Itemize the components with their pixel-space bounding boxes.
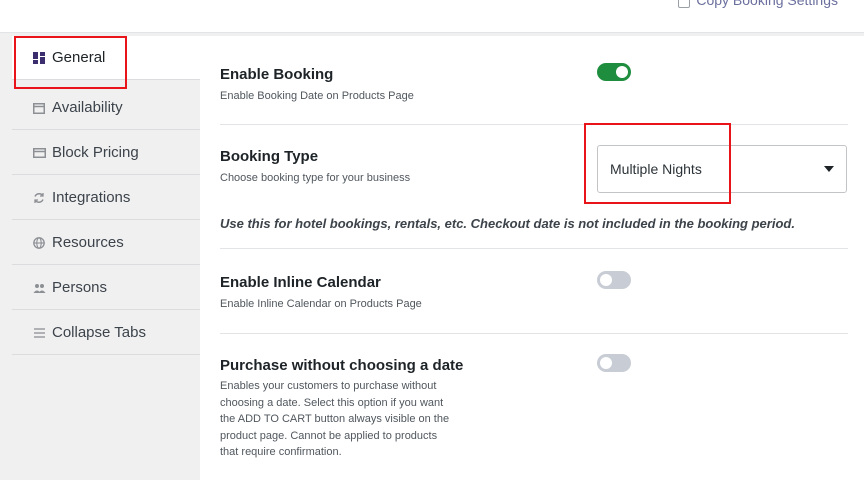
enable-booking-title: Enable Booking [220, 66, 334, 83]
booking-type-select[interactable]: Multiple Nights [597, 145, 847, 193]
globe-icon [32, 236, 46, 250]
tab-label: Block Pricing [52, 144, 139, 161]
tab-persons[interactable]: Persons [12, 266, 200, 310]
enable-booking-description: Enable Booking Date on Products Page [220, 90, 414, 102]
enable-booking-toggle[interactable] [597, 63, 631, 81]
divider [220, 248, 848, 249]
description-line: that require confirmation. [220, 446, 342, 458]
toggle-knob [616, 66, 628, 78]
description-line: choosing a date. Select this option if y… [220, 396, 444, 409]
tab-label: General [52, 49, 106, 66]
copy-booking-settings-link[interactable]: Copy Booking Settings [678, 0, 838, 8]
tab-label: Availability [52, 99, 123, 116]
top-bar: Copy Booking Settings [0, 0, 864, 33]
sync-icon [32, 191, 46, 205]
booking-type-description: Choose booking type for your business [220, 172, 411, 184]
menu-icon [32, 326, 46, 340]
description-line: the ADD TO CART button always visible on… [220, 413, 450, 425]
copy-booking-settings-label: Copy Booking Settings [696, 0, 838, 8]
general-settings-panel: Enable Booking Enable Booking Date on Pr… [200, 36, 864, 480]
inline-calendar-description: Enable Inline Calendar on Products Page [220, 298, 422, 310]
settings-sidebar: General Availability Block Pricing Integ… [12, 36, 200, 480]
divider [220, 333, 848, 334]
tab-label: Resources [52, 234, 124, 251]
dashboard-icon [32, 51, 46, 65]
tab-label: Integrations [52, 189, 131, 206]
purchase-without-date-toggle[interactable] [597, 354, 631, 372]
inline-calendar-title: Enable Inline Calendar [220, 274, 381, 291]
calendar-icon [32, 101, 46, 115]
toggle-knob [600, 357, 612, 369]
purchase-without-date-title: Purchase without choosing a date [220, 357, 464, 374]
booking-type-title: Booking Type [220, 148, 319, 165]
tab-integrations[interactable]: Integrations [12, 176, 200, 220]
tab-collapse-tabs[interactable]: Collapse Tabs [12, 311, 200, 355]
tab-availability[interactable]: Availability [12, 86, 200, 130]
tab-general[interactable]: General [12, 36, 200, 80]
inline-calendar-toggle[interactable] [597, 271, 631, 289]
card-icon [32, 146, 46, 160]
purchase-without-date-description: Enables your customers to purchase witho… [220, 378, 449, 461]
tab-block-pricing[interactable]: Block Pricing [12, 131, 200, 175]
tab-label: Collapse Tabs [52, 324, 146, 341]
caret-down-icon [824, 166, 834, 172]
booking-type-value: Multiple Nights [610, 161, 702, 177]
divider [220, 124, 848, 125]
copy-icon [678, 0, 691, 8]
description-line: Enables your customers to purchase witho… [220, 380, 437, 392]
tab-resources[interactable]: Resources [12, 221, 200, 265]
toggle-knob [600, 274, 612, 286]
description-line: product page. Cannot be applied to produ… [220, 429, 438, 442]
booking-type-note: Use this for hotel bookings, rentals, et… [220, 216, 795, 231]
people-icon [32, 281, 46, 295]
tab-label: Persons [52, 279, 108, 296]
